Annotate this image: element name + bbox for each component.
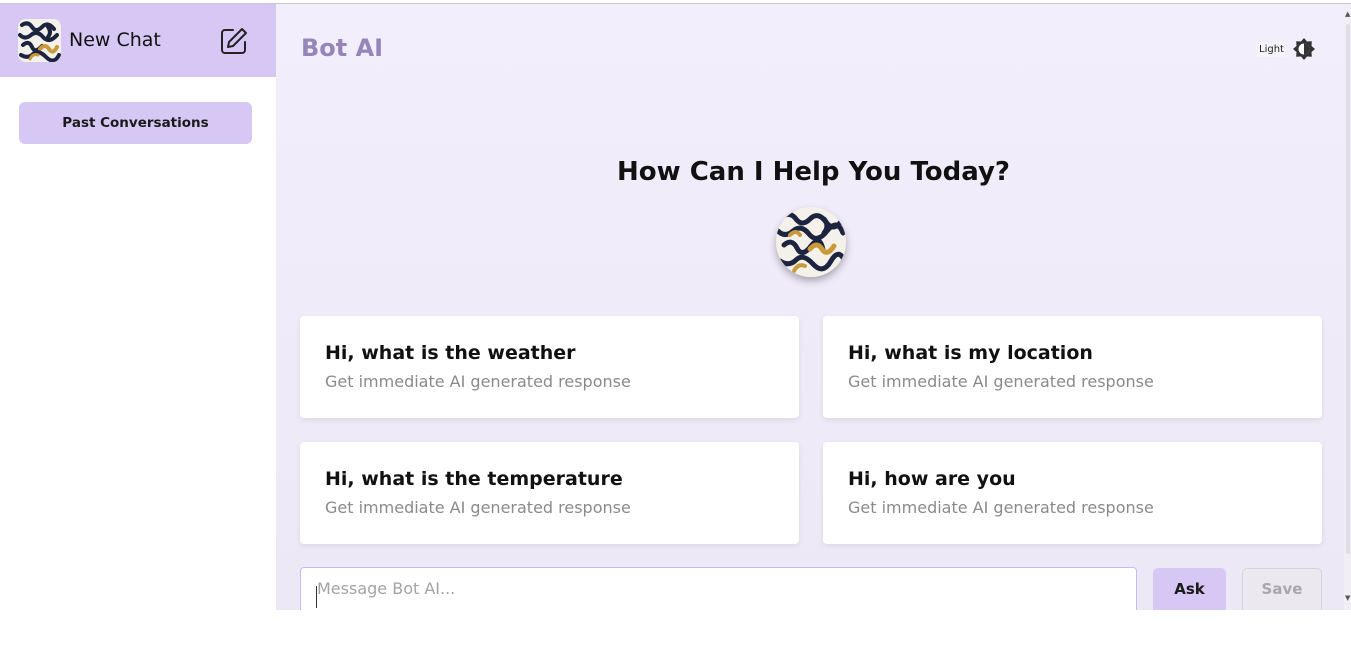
- suggestion-subtitle: Get immediate AI generated response: [848, 372, 1154, 391]
- suggestion-subtitle: Get immediate AI generated response: [848, 498, 1154, 517]
- hero-title: How Can I Help You Today?: [617, 157, 1010, 187]
- brightness-icon[interactable]: [1292, 37, 1316, 61]
- bot-logo-icon: [18, 19, 61, 62]
- suggestion-card[interactable]: Hi, what is the weather Get immediate AI…: [300, 316, 799, 418]
- app: New Chat Past Conversations Bot AI Light: [0, 4, 1351, 610]
- scroll-up-arrow-icon[interactable]: ▲: [1345, 10, 1350, 18]
- scroll-down-arrow-icon[interactable]: ▼: [1345, 594, 1350, 602]
- bot-avatar-icon: [776, 207, 846, 277]
- suggestion-title: Hi, what is the weather: [325, 342, 576, 364]
- new-chat-header[interactable]: New Chat: [0, 4, 276, 77]
- text-caret: [316, 586, 317, 608]
- suggestion-title: Hi, what is my location: [848, 342, 1093, 364]
- edit-icon[interactable]: [219, 26, 249, 56]
- save-button[interactable]: Save: [1242, 568, 1322, 610]
- brand-title: Bot AI: [301, 34, 384, 62]
- suggestion-title: Hi, how are you: [848, 468, 1016, 490]
- suggestion-card[interactable]: Hi, what is the temperature Get immediat…: [300, 442, 799, 544]
- past-conversations-button[interactable]: Past Conversations: [19, 102, 252, 144]
- new-chat-label[interactable]: New Chat: [69, 29, 161, 51]
- suggestion-subtitle: Get immediate AI generated response: [325, 498, 631, 517]
- suggestion-title: Hi, what is the temperature: [325, 468, 623, 490]
- theme-toggle[interactable]: Light: [1257, 37, 1316, 61]
- suggestion-card[interactable]: Hi, how are you Get immediate AI generat…: [823, 442, 1322, 544]
- message-input[interactable]: [300, 567, 1137, 610]
- theme-label[interactable]: Light: [1257, 41, 1286, 57]
- suggestion-subtitle: Get immediate AI generated response: [325, 372, 631, 391]
- scrollbar-thumb[interactable]: [1346, 24, 1350, 554]
- main-panel: Bot AI Light How Can I Help You Today? H…: [276, 4, 1351, 610]
- suggestion-card[interactable]: Hi, what is my location Get immediate AI…: [823, 316, 1322, 418]
- ask-button[interactable]: Ask: [1153, 568, 1226, 610]
- sidebar: New Chat Past Conversations: [0, 4, 276, 610]
